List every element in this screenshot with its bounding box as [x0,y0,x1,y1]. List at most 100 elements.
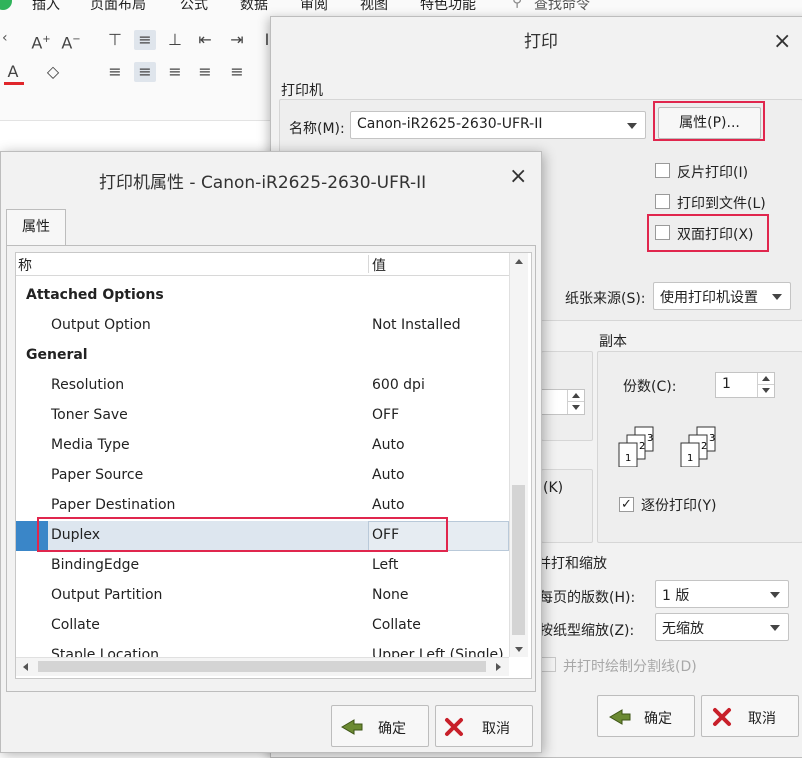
menu-insert[interactable]: 插入 [32,0,60,14]
partial-k-label: (K) [543,480,564,496]
row-name: Toner Save [51,407,128,423]
table-row[interactable]: Media Type Auto [16,431,509,461]
copies-spinner[interactable]: 1 [715,372,775,398]
table-row[interactable]: General [16,341,509,371]
print-ok-button[interactable]: 确定 [597,695,695,737]
menu-formula[interactable]: 公式 [180,0,208,14]
print-to-file-checkbox[interactable] [655,194,670,209]
align-right-icon[interactable]: ≡ [164,62,186,82]
table-row[interactable]: Output Partition None [16,581,509,611]
row-name: Output Option [51,317,151,333]
properties-ok-button[interactable]: 确定 [331,705,429,747]
reverse-print-checkbox[interactable] [655,163,670,178]
menu-special[interactable]: 特色功能 [420,0,476,14]
spin-down-icon[interactable] [757,384,774,397]
app-logo [0,0,12,10]
collate-label: 逐份打印(Y) [641,498,717,514]
print-dialog-title: 打印 [524,32,558,52]
search-icon[interactable]: ⚲ [512,0,522,10]
scroll-left-icon[interactable]: ‹ [2,30,8,46]
svg-text:1: 1 [625,453,631,464]
scroll-left-icon[interactable] [23,663,28,671]
table-row[interactable]: Paper Source Auto [16,461,509,491]
horizontal-scrollbar[interactable] [16,657,509,676]
font-shrink-icon[interactable]: A− [60,30,82,53]
printer-group-label: 打印机 [281,83,323,99]
menu-data[interactable]: 数据 [240,0,268,14]
vertical-scroll-thumb[interactable] [512,485,525,635]
indent-increase-icon[interactable]: ⇥ [226,30,248,50]
ok-icon [341,719,363,735]
row-name: BindingEdge [51,557,140,573]
column-value-header[interactable]: 值 [372,255,386,275]
menu-page-layout[interactable]: 页面布局 [90,0,146,14]
scroll-up-icon[interactable] [515,259,523,264]
print-cancel-label: 取消 [748,711,776,727]
row-value: None [372,587,409,603]
scale-value: 无缩放 [662,621,704,637]
svg-text:3: 3 [647,433,653,444]
chevron-down-icon [770,625,780,631]
font-grow-icon[interactable]: A+ [30,30,52,53]
printer-name-select[interactable]: Canon-iR2625-2630-UFR-II [350,111,646,139]
paper-source-value: 使用打印机设置 [660,290,758,306]
draw-divider-checkbox[interactable] [541,657,556,672]
tab-properties[interactable]: 属性 [6,209,66,246]
pages-per-sheet-value: 1 版 [662,588,690,604]
table-row[interactable]: Resolution 600 dpi [16,371,509,401]
eraser-icon[interactable]: ◇ [42,62,64,82]
row-name: Paper Destination [51,497,176,513]
table-row[interactable]: Output Option Not Installed [16,311,509,341]
collated-pages-icon-2: 3 2 1 [680,426,716,467]
horizontal-scroll-thumb[interactable] [38,661,486,672]
scale-select[interactable]: 无缩放 [655,613,789,641]
cancel-icon [713,708,731,726]
vertical-scrollbar[interactable] [509,253,528,657]
align-top-icon[interactable]: ⊤ [104,30,126,50]
justify-icon[interactable]: ≡ [194,62,216,82]
menu-review[interactable]: 审阅 [300,0,328,14]
menu-view[interactable]: 视图 [360,0,388,14]
close-icon[interactable]: × [773,31,791,53]
properties-tree: 称 值 Attached Options Output Option Not I… [15,252,532,679]
properties-cancel-button[interactable]: 取消 [435,705,533,747]
align-left-icon[interactable]: ≡ [104,62,126,82]
properties-dialog-title: 打印机属性 - Canon-iR2625-2630-UFR-II [99,173,427,193]
scroll-right-icon[interactable] [496,663,501,671]
properties-ok-label: 确定 [378,721,406,737]
font-color-icon[interactable]: A [2,62,24,82]
print-to-file-label: 打印到文件(L) [677,196,766,212]
scroll-down-icon[interactable] [515,647,523,652]
page-range-spinner[interactable] [541,389,585,415]
row-name: Attached Options [26,287,164,303]
print-cancel-button[interactable]: 取消 [701,695,799,737]
properties-pane: 称 值 Attached Options Output Option Not I… [6,245,536,692]
table-row[interactable]: Attached Options [16,281,509,311]
name-label: 名称(M): [289,121,345,137]
distributed-icon[interactable]: ≡ [226,62,248,82]
align-center-icon[interactable]: ≡ [134,62,156,82]
copies-group-label: 副本 [599,334,627,350]
indent-decrease-icon[interactable]: ⇤ [194,30,216,50]
font-color-bar [4,82,24,85]
align-bottom-icon[interactable]: ⊥ [164,30,186,50]
search-command[interactable]: 查找命令 [534,0,590,14]
paper-source-select[interactable]: 使用打印机设置 [653,282,791,310]
table-row[interactable]: Toner Save OFF [16,401,509,431]
spin-down-icon[interactable] [567,401,584,414]
table-row[interactable]: BindingEdge Left [16,551,509,581]
pages-per-sheet-select[interactable]: 1 版 [655,580,789,608]
collate-checkbox[interactable]: ✓ [619,497,634,512]
close-icon[interactable]: × [509,166,527,188]
row-value: OFF [372,407,400,423]
align-middle-icon[interactable]: ≡ [134,30,156,50]
printer-name-value: Canon-iR2625-2630-UFR-II [357,116,543,132]
table-row[interactable]: Collate Collate [16,611,509,641]
duplex-row-highlight [37,517,448,552]
copies-value: 1 [722,376,731,392]
row-name: Resolution [51,377,125,393]
column-name-header[interactable]: 称 [18,255,32,275]
row-value: Not Installed [372,317,461,333]
svg-text:2: 2 [701,441,707,452]
row-value: 600 dpi [372,377,425,393]
